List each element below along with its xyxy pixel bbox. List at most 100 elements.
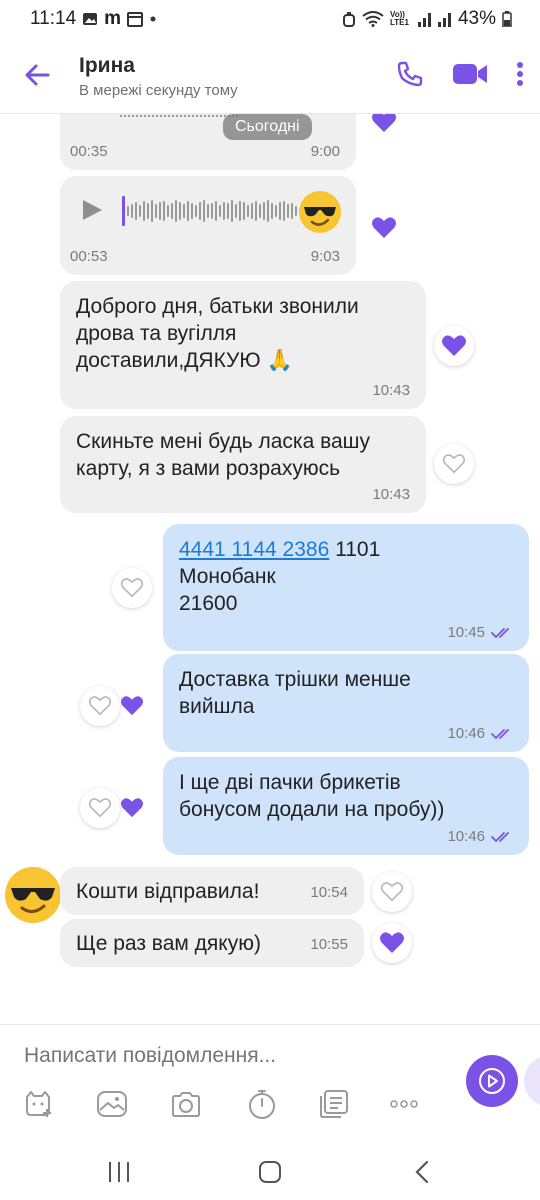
message-input[interactable] [24,1043,444,1069]
voice-message[interactable]: 00:35 9:00 [60,114,356,170]
like-button[interactable] [80,686,120,726]
voice-duration: 00:35 [70,143,108,160]
battery-icon [502,11,512,27]
card-number-link[interactable]: 4441 1144 2386 [179,538,329,561]
timer-icon [249,1090,275,1119]
waveform[interactable] [122,196,298,226]
chat-header: Ірина В мережі секунду тому [0,38,540,114]
more-options-button[interactable] [516,61,524,92]
heart-outline-icon [380,882,404,902]
video-call-button[interactable] [452,60,488,93]
dot-notification-icon [150,16,156,22]
phone-icon [397,61,423,87]
status-time: 11:14 [30,8,77,29]
home-button[interactable] [254,1156,286,1188]
notes-button[interactable] [316,1087,350,1121]
double-check-icon [491,831,509,842]
message-text: 4441 1144 2386 1101 Монобанк 21600 [179,538,381,615]
like-reaction[interactable] [366,114,402,140]
incoming-message[interactable]: Скиньте мені будь ласка вашу карту, я з … [60,416,426,513]
message-list[interactable]: 00:35 9:00 Сьогодні 00:53 9:03 Доброго д… [0,114,540,1024]
date-separator: Сьогодні [223,114,312,140]
message-time: 10:45 [447,624,485,641]
gallery-button[interactable] [95,1087,129,1121]
sticker-icon [26,1091,51,1117]
send-voice-button[interactable] [466,1055,518,1107]
message-text: Кошти відправила! [76,880,260,903]
status-right: Vo)) LTE1 43% [342,8,512,30]
more-vert-icon [517,62,523,86]
message-text: І ще дві пачки брикетів бонусом додали н… [179,771,445,821]
outgoing-message[interactable]: І ще дві пачки брикетів бонусом додали н… [163,757,529,855]
signal-icon-1 [417,13,431,27]
composer-toolbar [0,1087,460,1127]
more-horiz-icon [390,1100,418,1108]
heart-filled-icon [121,798,143,818]
heart-filled-icon [372,114,396,132]
like-button[interactable] [434,444,474,484]
timer-button[interactable] [245,1087,279,1121]
message-time: 9:03 [310,248,340,265]
like-reaction[interactable] [434,326,474,366]
battery-percent: 43% [457,8,496,29]
message-text: Ще раз вам дякую) [76,932,261,955]
heart-filled-icon [121,696,143,716]
heart-filled-icon [372,217,396,238]
outgoing-message[interactable]: Доставка трішки менше вийшла 10:46 [163,654,529,752]
back-arrow-icon [25,64,50,86]
like-button[interactable] [80,788,120,828]
message-text: Доброго дня, батьки звонили дрова та вуг… [76,295,359,372]
message-time: 10:55 [310,936,348,953]
waveform [120,115,240,117]
play-button[interactable] [80,198,104,222]
notes-icon [320,1090,348,1118]
like-reaction[interactable] [366,210,402,246]
back-button[interactable] [22,60,52,90]
sunglasses-emoji-icon [299,191,341,233]
incoming-message[interactable]: Доброго дня, батьки звонили дрова та вуг… [60,281,426,409]
sticker-button[interactable] [22,1087,56,1121]
recent-apps-button[interactable] [103,1156,135,1188]
contact-name: Ірина [79,54,135,77]
message-time: 10:46 [447,725,485,742]
network-label: Vo)) LTE1 [389,10,409,27]
heart-outline-icon [88,798,112,818]
more-tools-button[interactable] [387,1087,421,1121]
call-button[interactable] [396,60,424,93]
wifi-icon [362,11,384,27]
alarm-icon [342,12,355,27]
back-nav-button[interactable] [406,1156,438,1188]
gallery-icon [97,1091,127,1117]
incoming-message[interactable]: Ще раз вам дякую) 10:55 [60,919,364,967]
incoming-message[interactable]: Кошти відправила! 10:54 [60,867,364,915]
message-text: Скиньте мені будь ласка вашу карту, я з … [76,430,371,480]
contact-status: В мережі секунду тому [79,82,238,99]
carrier-icon: m [104,8,122,29]
home-icon [259,1161,281,1183]
double-check-icon [491,627,509,638]
back-chevron-icon [415,1160,429,1184]
header-actions [396,60,524,93]
image-notification-icon [83,13,98,25]
message-meta: 10:45 [447,624,513,641]
contact-avatar[interactable] [4,866,62,924]
voice-message[interactable]: 00:53 9:03 [60,176,356,275]
like-button[interactable] [112,568,152,608]
signal-icon-2 [437,13,451,27]
sunglasses-emoji-avatar-icon [5,867,61,923]
play-icon [83,200,102,220]
like-reaction[interactable] [372,923,412,963]
message-time: 10:43 [372,486,410,503]
system-navigation-bar [0,1144,540,1200]
double-check-icon [491,728,509,739]
outgoing-message[interactable]: 4441 1144 2386 1101 Монобанк 21600 10:45 [163,524,529,651]
heart-filled-icon [380,932,404,953]
status-bar: 11:14 m Vo)) LTE1 43% [0,0,540,38]
contact-info[interactable]: Ірина В мережі секунду тому [79,54,238,99]
voice-duration: 00:53 [70,248,108,265]
like-button[interactable] [372,872,412,912]
camera-button[interactable] [169,1087,203,1121]
heart-outline-icon [88,696,112,716]
message-composer [0,1024,540,1144]
message-time: 10:46 [447,828,485,845]
